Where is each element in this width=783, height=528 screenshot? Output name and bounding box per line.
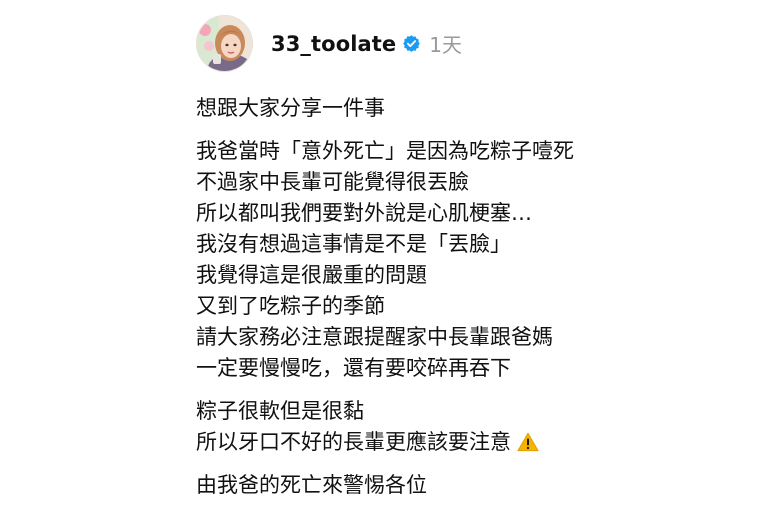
- paragraph: 由我爸的死亡來警惕各位: [196, 470, 756, 501]
- avatar-image: [197, 16, 252, 71]
- username[interactable]: 33_toolate: [271, 32, 396, 56]
- text-line: 由我爸的死亡來警惕各位: [196, 473, 427, 497]
- text-line: 一定要慢慢吃，還有要咬碎再吞下: [196, 356, 511, 380]
- post-header: 33_toolate 1天: [196, 15, 756, 72]
- paragraph: 粽子很軟但是很黏 所以牙口不好的長輩更應該要注意: [196, 396, 756, 458]
- warning-icon: [517, 432, 539, 452]
- text-line: 粽子很軟但是很黏: [196, 399, 364, 423]
- paragraph: 想跟大家分享一件事: [196, 93, 756, 124]
- text-line: 我爸當時「意外死亡」是因為吃粽子噎死: [196, 139, 574, 163]
- text-line: 所以牙口不好的長輩更應該要注意: [196, 430, 511, 454]
- post: 33_toolate 1天 想跟大家分享一件事 我爸當時「意外死亡」是因為吃粽子…: [196, 15, 756, 501]
- post-body: 想跟大家分享一件事 我爸當時「意外死亡」是因為吃粽子噎死 不過家中長輩可能覺得很…: [196, 93, 756, 501]
- text-line: 我覺得這是很嚴重的問題: [196, 263, 427, 287]
- post-time[interactable]: 1天: [429, 29, 462, 58]
- avatar[interactable]: [196, 15, 253, 72]
- text-line: 所以都叫我們要對外說是心肌梗塞…: [196, 201, 532, 225]
- text-line: 又到了吃粽子的季節: [196, 294, 385, 318]
- text-line: 我沒有想過這事情是不是「丟臉」: [196, 232, 511, 256]
- text-line: 想跟大家分享一件事: [196, 96, 385, 120]
- paragraph: 我爸當時「意外死亡」是因為吃粽子噎死 不過家中長輩可能覺得很丟臉 所以都叫我們要…: [196, 136, 756, 384]
- text-line: 請大家務必注意跟提醒家中長輩跟爸媽: [196, 325, 553, 349]
- text-line-with-warning: 所以牙口不好的長輩更應該要注意: [196, 427, 756, 458]
- text-line: 不過家中長輩可能覺得很丟臉: [196, 170, 469, 194]
- verified-badge-icon: [402, 34, 421, 53]
